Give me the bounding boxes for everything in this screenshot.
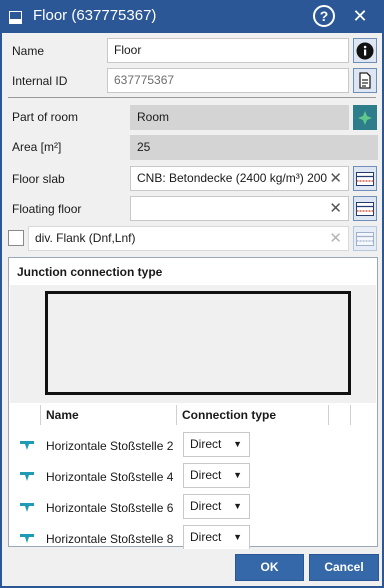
area-field: 25 (130, 135, 378, 160)
floor-app-icon (9, 11, 22, 24)
material-icon (356, 171, 374, 186)
junction-name: Horizontale Stoßstelle 4 (46, 470, 174, 484)
internal-id-label: Internal ID (12, 74, 68, 88)
connection-type-select[interactable]: Direct ▼ (183, 494, 250, 519)
info-button[interactable] (353, 38, 377, 63)
pick-room-icon (358, 110, 372, 125)
junction-row: Horizontale Stoßstelle 6 Direct ▼ (10, 494, 376, 522)
junction-name: Horizontale Stoßstelle 8 (46, 532, 174, 546)
part-of-room-label: Part of room (12, 110, 79, 124)
cancel-button[interactable]: Cancel (309, 554, 379, 581)
floor-slab-label: Floor slab (12, 172, 65, 186)
junction-name: Horizontale Stoßstelle 2 (46, 439, 174, 453)
clear-icon[interactable]: ✕ (329, 167, 342, 190)
junction-title: Junction connection type (17, 265, 163, 279)
dropdown-arrow-icon: ▼ (233, 501, 242, 511)
dialog-footer: OK Cancel (2, 549, 382, 586)
junction-icon (20, 472, 34, 481)
connection-type-value: Direct (190, 468, 222, 482)
clear-icon: ✕ (329, 230, 342, 247)
flank-label: div. Flank (Dnf,Lnf) (35, 231, 136, 245)
junction-panel: Junction connection type Name Connection… (8, 257, 378, 550)
name-label: Name (12, 44, 45, 58)
pick-room-button[interactable] (353, 105, 377, 130)
junction-icon (20, 441, 34, 450)
junction-preview (10, 285, 376, 403)
junction-row: Horizontale Stoßstelle 2 Direct ▼ (10, 432, 376, 460)
floor-slab-field[interactable]: CNB: Betondecke (2400 kg/m³) 200 ✕ (130, 166, 349, 191)
separator (8, 97, 376, 98)
connection-type-select[interactable]: Direct ▼ (183, 463, 250, 488)
column-name[interactable]: Name (46, 408, 79, 422)
floor-slab-value: CNB: Betondecke (2400 kg/m³) 200 (137, 171, 328, 185)
floating-floor-material-button[interactable] (353, 196, 377, 221)
floor-outline (45, 291, 351, 395)
column-connection-type[interactable]: Connection type (182, 408, 276, 422)
junction-icon (20, 503, 34, 512)
floor-slab-material-button[interactable] (353, 166, 377, 191)
junction-row: Horizontale Stoßstelle 4 Direct ▼ (10, 463, 376, 491)
ok-button[interactable]: OK (235, 554, 304, 581)
flank-field: div. Flank (Dnf,Lnf) ✕ (28, 226, 349, 251)
floating-floor-label: Floating floor (12, 202, 82, 216)
junction-icon (20, 534, 34, 543)
junction-name: Horizontale Stoßstelle 6 (46, 501, 174, 515)
material-icon (356, 201, 374, 216)
connection-type-select[interactable]: Direct ▼ (183, 525, 250, 550)
floating-floor-field[interactable]: ✕ (130, 196, 349, 221)
close-icon[interactable]: ✕ (350, 6, 370, 26)
dropdown-arrow-icon: ▼ (233, 470, 242, 480)
dropdown-arrow-icon: ▼ (233, 532, 242, 542)
window-title: Floor (637775367) (33, 7, 157, 24)
junction-grid-header: Name Connection type (10, 405, 376, 425)
part-of-room-field: Room (130, 105, 349, 130)
name-input[interactable]: Floor (107, 38, 349, 63)
help-icon[interactable]: ? (313, 5, 335, 27)
area-label: Area [m²] (12, 140, 62, 154)
material-icon (356, 231, 374, 246)
clear-icon[interactable]: ✕ (329, 197, 342, 220)
internal-id-field: 637775367 (107, 68, 349, 93)
copy-id-button[interactable] (353, 68, 377, 93)
flank-material-button (353, 226, 377, 251)
connection-type-value: Direct (190, 437, 222, 451)
title-bar: Floor (637775367) ? ✕ (0, 0, 384, 33)
copy-icon (359, 71, 371, 89)
info-icon (356, 42, 374, 59)
dropdown-arrow-icon: ▼ (233, 439, 242, 449)
dialog-body: Name Floor Internal ID 637775367 Part of… (2, 33, 382, 550)
connection-type-value: Direct (190, 499, 222, 513)
connection-type-select[interactable]: Direct ▼ (183, 432, 250, 457)
connection-type-value: Direct (190, 530, 222, 544)
flank-checkbox[interactable] (8, 230, 24, 246)
floor-dialog: Floor (637775367) ? ✕ Name Floor Interna… (0, 0, 384, 588)
